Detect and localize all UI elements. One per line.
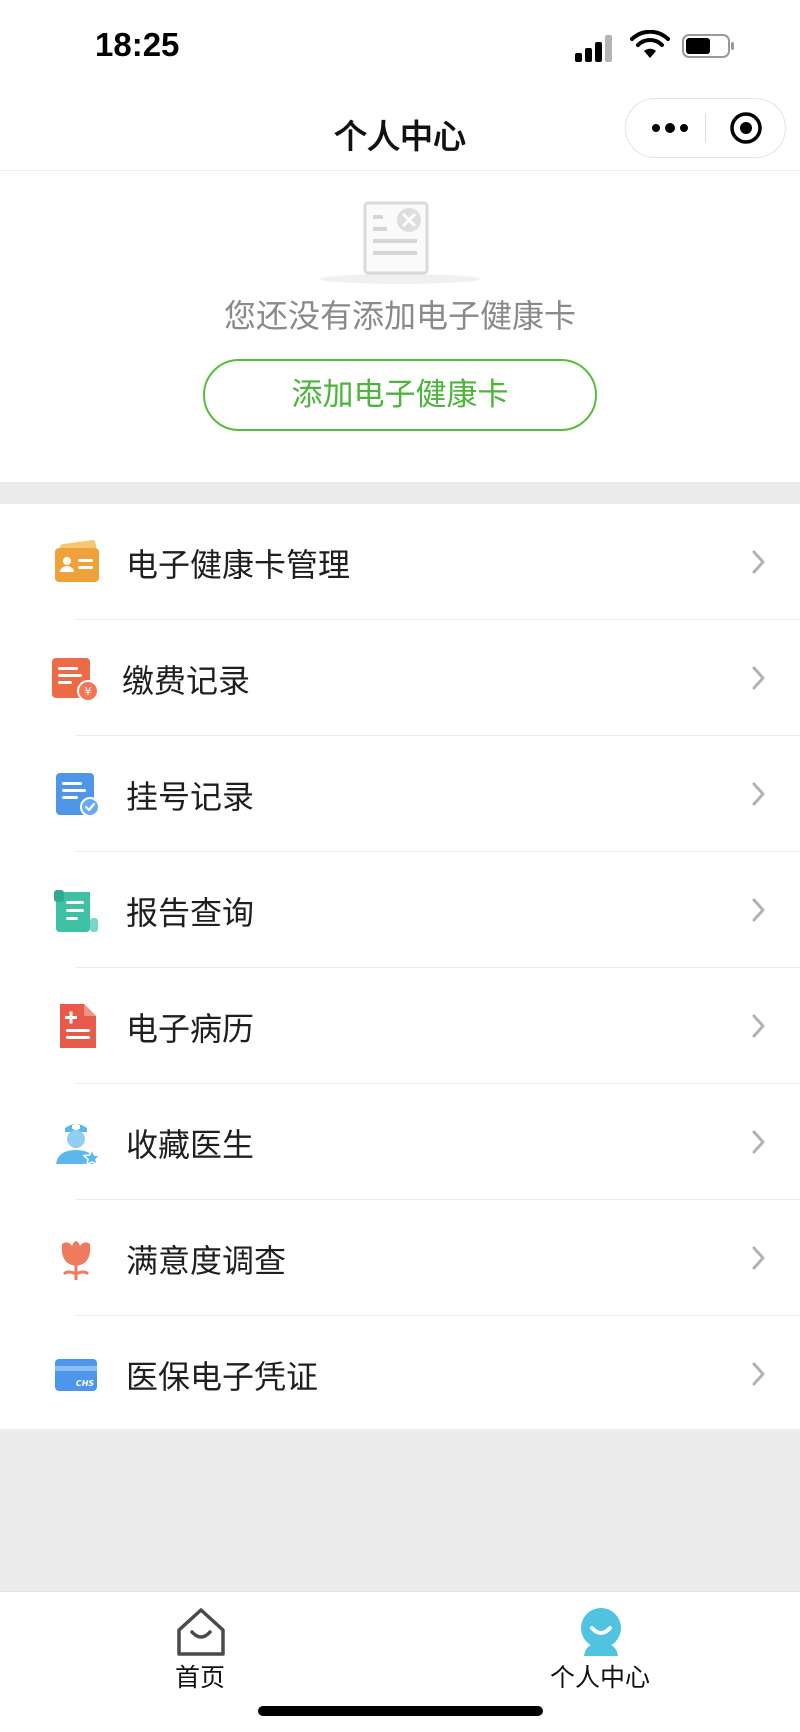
menu-label-report-query: 报告查询 <box>126 894 255 932</box>
chevron-right-icon <box>752 782 765 806</box>
menu-item-report-query[interactable]: 报告查询 <box>0 852 800 968</box>
menu-label-satisfaction-survey: 满意度调查 <box>126 1242 287 1280</box>
menu-item-satisfaction-survey[interactable]: 满意度调查 <box>0 1200 800 1316</box>
chevron-right-icon <box>752 666 765 690</box>
svg-text:¥: ¥ <box>85 685 92 698</box>
report-query-icon <box>54 890 98 932</box>
health-card-icon <box>55 539 99 582</box>
menu-label-favorite-doctor: 收藏医生 <box>126 1126 255 1164</box>
menu-label-health-card-management: 电子健康卡管理 <box>126 546 351 584</box>
tab-home[interactable]: 首页 <box>130 1592 270 1712</box>
battery-icon <box>682 34 734 58</box>
medical-record-icon <box>60 1004 96 1048</box>
capsule-divider <box>705 113 706 143</box>
signal-icon <box>575 32 619 62</box>
chevron-right-icon <box>752 1362 765 1386</box>
more-dots-icon[interactable] <box>650 116 690 140</box>
home-icon <box>177 1608 225 1656</box>
menu-item-registration-record[interactable]: 挂号记录 <box>0 736 800 852</box>
svg-text:CHS: CHS <box>76 1379 95 1388</box>
menu-item-payment-record[interactable]: ¥ 缴费记录 <box>0 620 800 736</box>
wifi-icon <box>630 30 670 58</box>
empty-card-icon <box>320 201 480 284</box>
chevron-right-icon <box>752 1246 765 1270</box>
chevron-right-icon <box>752 898 765 922</box>
status-bar: 18:25 <box>0 0 800 90</box>
menu-label-registration-record: 挂号记录 <box>126 778 255 816</box>
favorite-doctor-icon <box>56 1123 102 1166</box>
status-time: 18:25 <box>95 26 180 63</box>
section-divider <box>0 482 800 504</box>
payment-record-icon: ¥ <box>52 658 99 702</box>
menu-item-favorite-doctor[interactable]: 收藏医生 <box>0 1084 800 1200</box>
home-indicator <box>258 1706 543 1716</box>
nav-bar: 个人中心 <box>0 90 800 171</box>
registration-record-icon <box>56 773 100 817</box>
menu-item-medical-record[interactable]: 电子病历 <box>0 968 800 1084</box>
page-background <box>0 1429 800 1591</box>
satisfaction-survey-icon <box>61 1241 91 1280</box>
empty-message: 您还没有添加电子健康卡 <box>223 297 576 335</box>
menu-item-health-card-management[interactable]: 电子健康卡管理 <box>0 504 800 620</box>
tab-profile[interactable]: 个人中心 <box>530 1592 670 1712</box>
add-health-card-button[interactable]: 添加电子健康卡 <box>203 359 597 431</box>
medical-insurance-icon: CHS <box>55 1359 97 1391</box>
health-card-empty-state: 您还没有添加电子健康卡 添加电子健康卡 <box>0 171 800 482</box>
menu-label-medical-record: 电子病历 <box>126 1010 255 1048</box>
tab-label-profile: 个人中心 <box>549 1663 650 1692</box>
target-close-icon[interactable] <box>729 111 763 145</box>
chevron-right-icon <box>752 550 765 574</box>
menu-label-payment-record: 缴费记录 <box>122 662 251 700</box>
menu-list: 电子健康卡管理 ¥ 缴费记录 挂号记录 报告查询 电子病历 收藏医生 满意度调查… <box>0 504 800 1432</box>
chevron-right-icon <box>752 1014 765 1038</box>
mini-program-capsule <box>625 98 786 158</box>
chevron-right-icon <box>752 1130 765 1154</box>
menu-label-medical-insurance-credential: 医保电子凭证 <box>126 1358 319 1396</box>
menu-item-medical-insurance-credential[interactable]: CHS 医保电子凭证 <box>0 1316 800 1432</box>
profile-icon <box>581 1608 621 1656</box>
tab-label-home: 首页 <box>174 1663 225 1692</box>
